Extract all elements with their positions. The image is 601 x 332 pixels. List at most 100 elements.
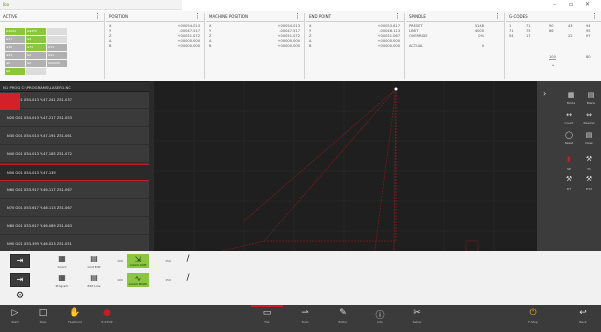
close-button[interactable]: ✕ xyxy=(585,1,590,8)
feedhold-button[interactable]: ✋ Feedhold xyxy=(60,308,90,324)
active-cell: G72 xyxy=(26,44,46,51)
stop-button[interactable]: □ Stop xyxy=(28,308,58,324)
tab-strip xyxy=(182,0,601,10)
program-line[interactable]: N60 G01 X53.917 Y-46.117 Z51.067 xyxy=(0,182,149,199)
editor-button[interactable]: ✎ Editor xyxy=(328,308,358,324)
gcodes-header: G-CODES ⋮ xyxy=(506,11,601,22)
count-label: Count xyxy=(564,121,574,125)
active-cell: G0 xyxy=(5,68,25,75)
end-point-row: B +00000.000 xyxy=(309,44,400,48)
toolpath-graphics[interactable] xyxy=(154,81,537,261)
title-bar: Ibo – ▫ ✕ xyxy=(0,0,601,10)
program-header: N1 PROG C:\PROGRAMS\LASER1.NC xyxy=(0,82,149,91)
minimize-button[interactable]: – xyxy=(553,1,556,8)
active-cell: G40 xyxy=(5,44,25,51)
program-line[interactable]: N70 G01 X53.617 Y-46.113 Z51.067 xyxy=(0,200,149,217)
estop-button[interactable]: ● E-STOP xyxy=(92,308,122,324)
machine-position-row: B +00000.000 xyxy=(209,44,300,48)
info-button[interactable]: ⓘ Info xyxy=(365,308,395,324)
reset-icon[interactable]: ◯ xyxy=(559,131,579,139)
estop-icon: ● xyxy=(103,308,111,318)
chevron-down-icon[interactable]: ⌄ xyxy=(551,62,555,68)
spindle-header: SPINDLE ⋮ xyxy=(406,11,504,22)
tools-button[interactable]: ⇀ Tools xyxy=(290,308,320,324)
pencil-icon[interactable]: / xyxy=(178,254,198,268)
tool-icon[interactable]: ⚒ xyxy=(579,155,599,163)
program-line-selected[interactable]: N50 G01 X54.013 Y-47.139 xyxy=(0,164,149,181)
active-cell: G17 xyxy=(5,36,25,43)
setup-button[interactable]: ⇥ xyxy=(10,273,30,287)
setup-nav-button[interactable]: ✂ Setup xyxy=(402,308,432,324)
gcode-value: 1 xyxy=(509,24,512,28)
play-icon: ▷ xyxy=(11,308,19,318)
app-logo: Ibo xyxy=(3,2,10,7)
program-line[interactable]: N80 G01 X53.617 Y-46.089 Z51.063 xyxy=(0,218,149,235)
align-line-label: ALIGN LINE xyxy=(129,263,147,267)
mode-icon[interactable]: ▦ xyxy=(561,91,581,99)
pencil-icon[interactable]: / xyxy=(178,273,198,287)
gcodes-menu-icon[interactable]: ⋮ xyxy=(591,12,598,20)
execution-cursor-marker xyxy=(0,93,20,110)
back-button[interactable]: ↩ Back xyxy=(568,308,598,324)
program-line[interactable]: N10 G01 X54.013 Y-47.241 Z51.037 xyxy=(0,92,149,109)
tool-position-marker xyxy=(394,87,398,91)
machine-position-menu-icon[interactable]: ⋮ xyxy=(294,12,301,20)
gcode-value: 90 xyxy=(549,24,554,28)
column-divider xyxy=(104,13,105,79)
chevron-right-icon[interactable]: › xyxy=(543,89,546,98)
gcodes-column: G-CODES ⋮ 1 71 90 43 94 71 75 66 95 54 1… xyxy=(506,11,601,81)
program-line[interactable]: N40 G01 X54.013 Y-47.165 Z51.072 xyxy=(0,146,149,163)
maximize-button[interactable]: ▫ xyxy=(569,1,573,8)
end-point-menu-icon[interactable]: ⋮ xyxy=(394,12,401,20)
blank-icon[interactable]: ▤ xyxy=(581,91,601,99)
active-cell xyxy=(47,36,67,43)
back-arrow-icon: ↩ xyxy=(579,308,587,318)
count-icon[interactable]: ↔ xyxy=(559,111,579,119)
active-menu-icon[interactable]: ⋮ xyxy=(94,12,101,20)
program-line[interactable]: N30 G01 X54.013 Y-47.191 Z51.061 xyxy=(0,128,149,145)
rewind-icon[interactable]: ⇔ xyxy=(579,111,599,119)
program-label: Program xyxy=(55,284,69,288)
spindle-menu-icon[interactable]: ⋮ xyxy=(494,12,501,20)
active-cell xyxy=(26,68,46,75)
bottom-bar: ▷ Start □ Stop ✋ Feedhold ● E-STOP ▭ File ⇀ To… xyxy=(0,305,601,332)
spindle-row: ACTUAL 0 xyxy=(409,44,484,48)
gcode-value: 66 xyxy=(549,29,554,33)
info-panel: ACTIVE ⋮ G40X0 G94T0 G17 G4 G40 G72 G71 … xyxy=(0,11,601,81)
gcode-value: 71 xyxy=(509,29,514,33)
program-line[interactable]: N20 G01 X54.013 Y-47.217 Z51.053 xyxy=(0,110,149,127)
position-menu-icon[interactable]: ⋮ xyxy=(194,12,201,20)
value-100: 100 xyxy=(117,278,123,282)
value-150: 150 xyxy=(165,259,171,263)
gcode-value: 22 xyxy=(568,34,573,38)
tool-change-icon[interactable]: ⚒ xyxy=(559,175,579,183)
rapid-override-value: 80 xyxy=(586,55,591,59)
value-150: 150 xyxy=(165,278,171,282)
spindle-icon[interactable]: ▮ xyxy=(559,155,579,163)
feed-button[interactable]: ⇥ xyxy=(10,254,30,268)
clear-icon[interactable]: ▤ xyxy=(579,131,599,139)
value-100: 100 xyxy=(117,259,123,263)
gcode-value: 54 xyxy=(509,34,514,38)
softkey-panel: ⇥ ▦ Coord ▤ Grid Edit 100 ⇲ ALIGN LINE 1… xyxy=(0,251,601,305)
f-stop-button[interactable]: ⏻ F-Stop xyxy=(518,308,548,324)
active-cell: G91 xyxy=(47,52,67,59)
stop-icon: □ xyxy=(38,308,48,318)
file-button[interactable]: ▭ File xyxy=(252,308,282,324)
active-cell: G0 xyxy=(26,60,46,67)
start-button[interactable]: ▷ Start xyxy=(0,308,30,324)
active-indicator xyxy=(251,305,283,307)
column-divider xyxy=(304,13,305,79)
tool-change-2-icon[interactable]: ⚒ xyxy=(579,175,599,183)
column-divider xyxy=(504,13,505,79)
position-row: B +00000.000 xyxy=(109,44,200,48)
settings-icon[interactable]: ⚙ xyxy=(10,291,30,305)
tools-icon: ⇀ xyxy=(301,308,309,318)
feed-override-value[interactable]: 100 xyxy=(549,55,556,60)
position-header: POSITION ⋮ xyxy=(106,11,204,22)
active-cell: G94T0 xyxy=(26,28,46,35)
gcode-value: 71 xyxy=(526,24,531,28)
tool-change-label: DT xyxy=(566,187,572,191)
edit-line-label: Edit Line xyxy=(87,284,101,288)
program-list[interactable]: N10 G01 X54.013 Y-47.241 Z51.037 N20 G01… xyxy=(0,92,149,260)
